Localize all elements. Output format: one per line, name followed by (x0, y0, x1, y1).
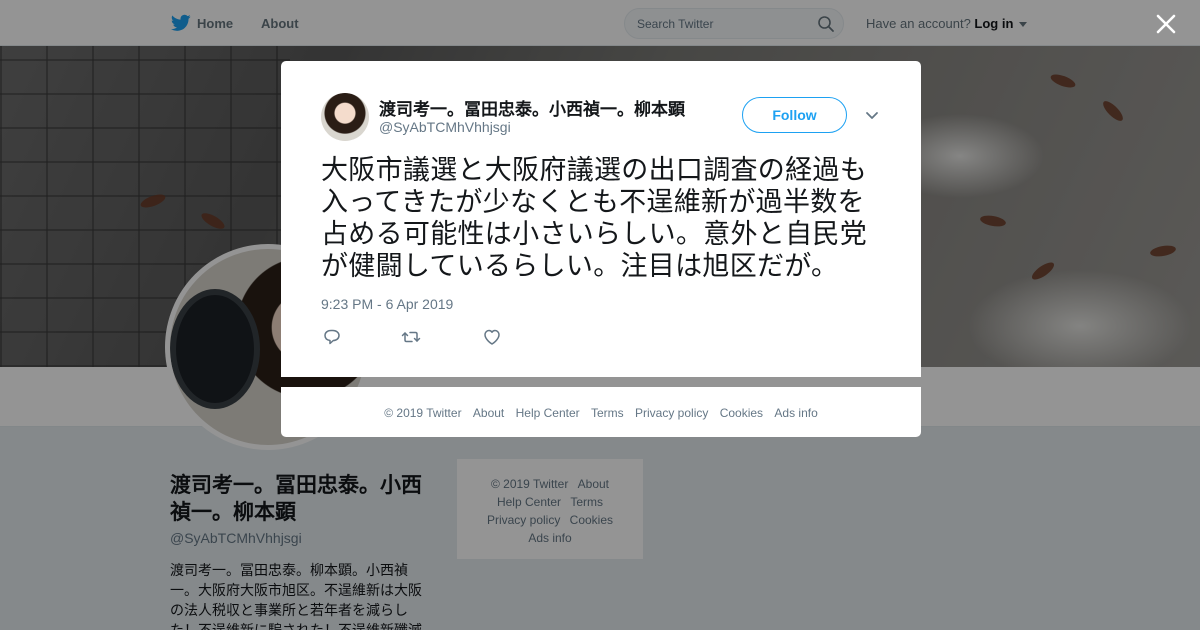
retweet-icon[interactable] (401, 327, 421, 347)
tweet-timestamp[interactable]: 9:23 PM - 6 Apr 2019 (321, 296, 453, 312)
modal-footer-terms-link[interactable]: Terms (591, 406, 624, 420)
modal-footer-privacy-link[interactable]: Privacy policy (635, 406, 708, 420)
tweet-author-handle[interactable]: @SyAbTCMhVhhjsgi (379, 119, 511, 135)
tweet-author-name[interactable]: 渡司考一。冨田忠泰。小西禎一。柳本顕 (379, 95, 699, 120)
modal-footer-cookies-link[interactable]: Cookies (720, 406, 763, 420)
modal-footer-help-link[interactable]: Help Center (516, 406, 580, 420)
modal-footer-about-link[interactable]: About (473, 406, 504, 420)
reply-icon[interactable] (322, 327, 342, 347)
tweet-author-avatar[interactable] (321, 93, 369, 141)
tweet-modal: 渡司考一。冨田忠泰。小西禎一。柳本顕 @SyAbTCMhVhhjsgi Foll… (281, 61, 921, 377)
follow-button[interactable]: Follow (742, 97, 847, 133)
close-icon[interactable] (1155, 13, 1177, 35)
modal-footer-copyright: © 2019 Twitter (384, 406, 462, 420)
chevron-down-icon[interactable] (864, 108, 880, 124)
tweet-text: 大阪市議選と大阪府議選の出口調査の経過も入ってきたが少なくとも不逞維新が過半数を… (321, 155, 867, 281)
modal-footer: © 2019 Twitter About Help Center Terms P… (281, 387, 921, 437)
like-icon[interactable] (482, 327, 502, 347)
modal-footer-ads-link[interactable]: Ads info (774, 406, 817, 420)
